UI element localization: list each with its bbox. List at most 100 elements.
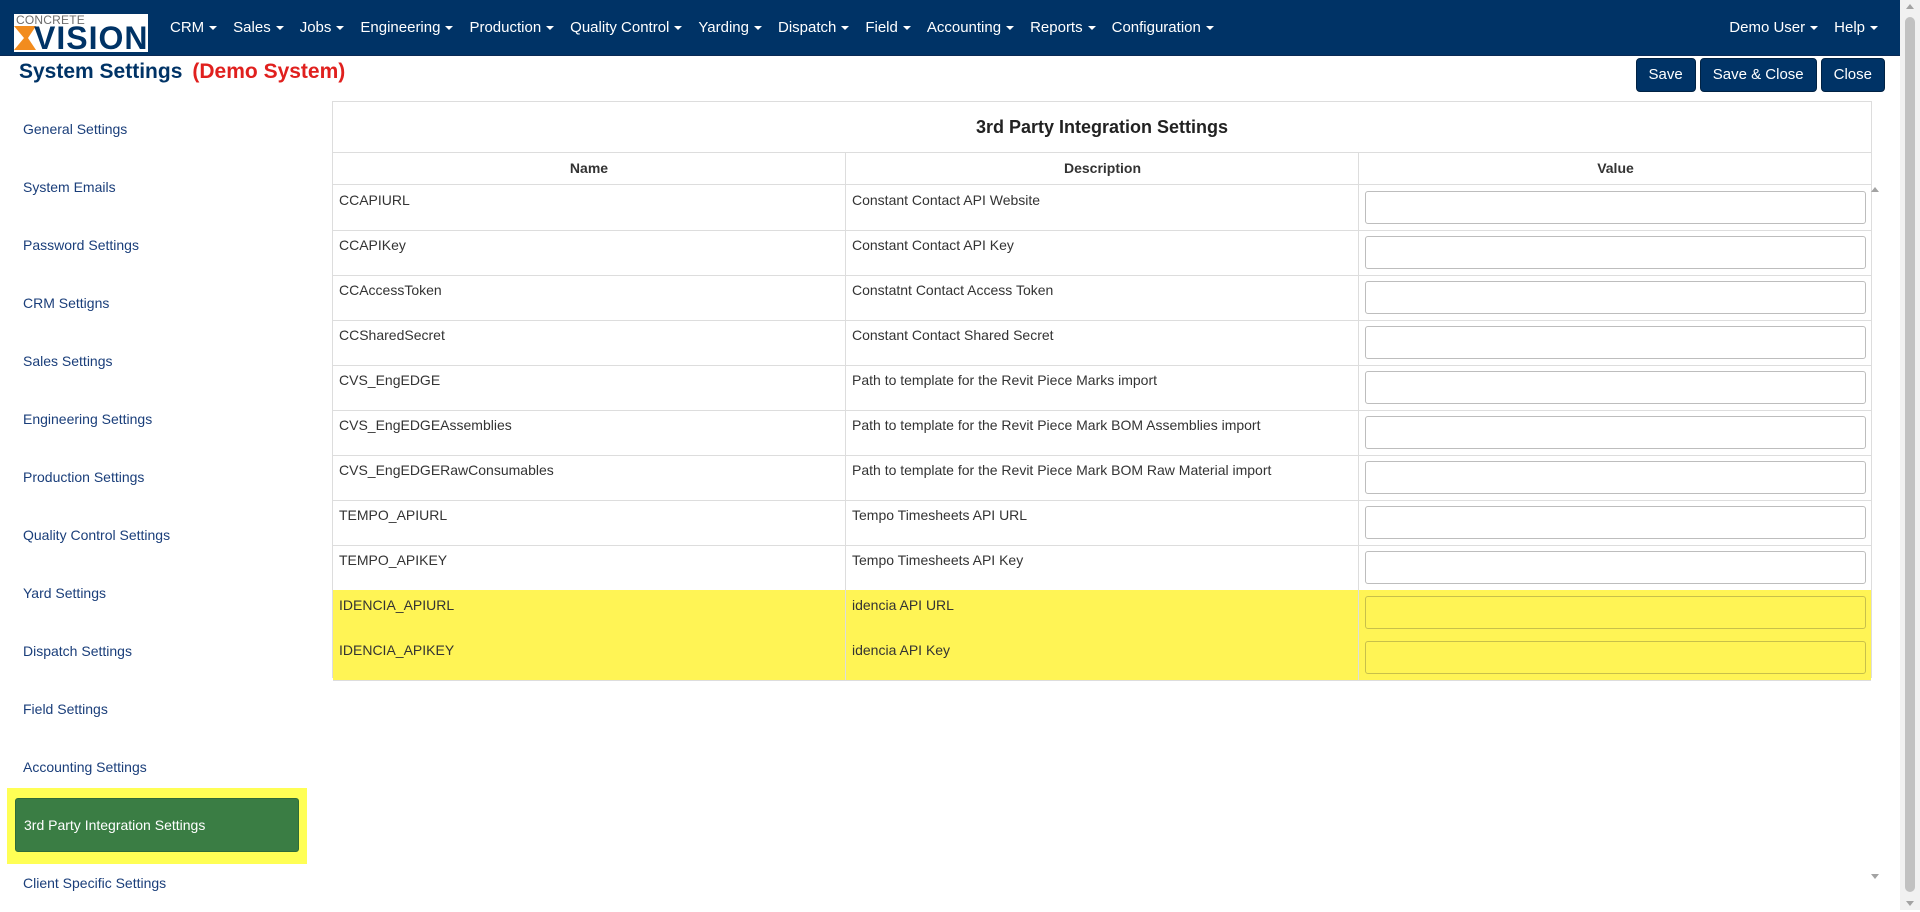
- sidebar-item-yard-settings[interactable]: Yard Settings: [7, 564, 307, 622]
- setting-value-input[interactable]: [1365, 506, 1866, 539]
- save-close-button[interactable]: Save & Close: [1699, 58, 1817, 92]
- chevron-down-icon: [1006, 26, 1015, 31]
- chevron-down-icon: [546, 26, 555, 31]
- sidebar-item-production-settings[interactable]: Production Settings: [7, 448, 307, 506]
- sidebar-item-3rd-party-integration-settings[interactable]: 3rd Party Integration Settings: [7, 788, 307, 864]
- sidebar-item-client-specific-settings[interactable]: Client Specific Settings: [7, 854, 307, 912]
- column-header-description: Description: [845, 153, 1359, 184]
- nav-menu-label: Sales: [233, 19, 271, 36]
- action-buttons: Save Save & Close Close: [1635, 58, 1885, 92]
- user-menu[interactable]: Demo User: [1721, 0, 1826, 55]
- sidebar-item-active-box[interactable]: 3rd Party Integration Settings: [15, 798, 299, 852]
- setting-name: CVS_EngEDGEAssemblies: [339, 417, 512, 433]
- scroll-up-icon[interactable]: [1906, 4, 1914, 9]
- table-row: CVS_EngEDGERawConsumables Path to templat…: [333, 455, 1871, 501]
- scroll-down-icon[interactable]: [1906, 901, 1914, 906]
- nav-menu-label: Dispatch: [777, 19, 837, 36]
- setting-value-input[interactable]: [1365, 371, 1866, 404]
- sidebar-item-engineering-settings[interactable]: Engineering Settings: [7, 390, 307, 448]
- main-menu: CRM Sales Jobs Engineering Production Quality…: [162, 0, 1222, 55]
- nav-menu-jobs[interactable]: Jobs: [292, 0, 353, 55]
- nav-menu-configuration[interactable]: Configuration: [1104, 0, 1222, 55]
- table-row: CCAPIKey Constant Contact API Key: [333, 230, 1871, 276]
- logo-main-text: VISION: [34, 20, 148, 52]
- setting-value-input[interactable]: [1365, 596, 1866, 629]
- setting-value-input[interactable]: [1365, 416, 1866, 449]
- nav-menu-quality-control[interactable]: Quality Control: [562, 0, 690, 55]
- sidebar-item-field-settings[interactable]: Field Settings: [7, 680, 307, 738]
- scroll-up-icon[interactable]: [1871, 187, 1879, 192]
- concrete-vision-logo[interactable]: CONCRETE VISION: [14, 14, 148, 52]
- sidebar-item-label: Accounting Settings: [23, 759, 147, 775]
- setting-value-input[interactable]: [1365, 191, 1866, 224]
- sidebar-item-dispatch-settings[interactable]: Dispatch Settings: [7, 622, 307, 680]
- nav-menu-field[interactable]: Field: [857, 0, 919, 55]
- chevron-down-icon: [1870, 26, 1878, 31]
- sidebar-item-quality-control-settings[interactable]: Quality Control Settings: [7, 506, 307, 564]
- chevron-down-icon: [336, 26, 345, 31]
- nav-menu-label: Jobs: [299, 19, 332, 36]
- setting-value-input[interactable]: [1365, 551, 1866, 584]
- save-button[interactable]: Save: [1635, 58, 1696, 92]
- setting-value-input[interactable]: [1365, 461, 1866, 494]
- nav-menu-production[interactable]: Production: [461, 0, 562, 55]
- table-row: CVS_EngEDGE Path to template for the Revi…: [333, 365, 1871, 411]
- sidebar-item-system-emails[interactable]: System Emails: [7, 158, 307, 216]
- chevron-down-icon: [902, 26, 911, 31]
- setting-description: Constant Contact API Website: [845, 185, 1358, 230]
- sidebar-item-general-settings[interactable]: General Settings: [7, 100, 307, 158]
- table-row: IDENCIA_APIKEY idencia API Key: [333, 635, 1871, 681]
- window-scrollbar[interactable]: [1900, 0, 1920, 910]
- setting-value-input[interactable]: [1365, 326, 1866, 359]
- sidebar-item-label: Client Specific Settings: [23, 875, 167, 891]
- sidebar-item-password-settings[interactable]: Password Settings: [7, 216, 307, 274]
- scrollbar-thumb[interactable]: [1905, 17, 1915, 892]
- sidebar-item-sales-settings[interactable]: Sales Settings: [7, 332, 307, 390]
- nav-menu-dispatch[interactable]: Dispatch: [770, 0, 857, 55]
- nav-menu-accounting[interactable]: Accounting: [919, 0, 1022, 55]
- scroll-down-icon[interactable]: [1871, 874, 1879, 879]
- sidebar-item-label: General Settings: [23, 121, 128, 137]
- setting-description: Constant Contact Shared Secret: [845, 320, 1358, 365]
- table-row: IDENCIA_APIURL idencia API URL: [333, 590, 1871, 636]
- chevron-down-icon: [1810, 26, 1819, 31]
- nav-menu-label: Field: [865, 19, 898, 36]
- close-button[interactable]: Close: [1820, 58, 1885, 92]
- setting-value-cell: [1358, 590, 1871, 635]
- nav-menu-label: Engineering: [360, 19, 441, 36]
- nav-menu-crm[interactable]: CRM: [162, 0, 225, 55]
- chevron-down-icon: [209, 26, 218, 31]
- setting-value-cell: [1358, 500, 1871, 545]
- table-scrollbar[interactable]: [1870, 187, 1880, 879]
- nav-menu-reports[interactable]: Reports: [1022, 0, 1104, 55]
- setting-description: Constatnt Contact Access Token: [845, 275, 1358, 320]
- top-navbar: CONCRETE VISION CRM Sales Jobs Engineering P…: [0, 0, 1900, 56]
- setting-name: CCAccessToken: [339, 282, 442, 298]
- sidebar-item-crm-settigns[interactable]: CRM Settigns: [7, 274, 307, 332]
- setting-name: CVS_EngEDGERawConsumables: [339, 462, 554, 478]
- sidebar-item-label: Sales Settings: [23, 353, 113, 369]
- settings-panel: 3rd Party Integration Settings Name Desc…: [332, 101, 1872, 681]
- nav-menu-engineering[interactable]: Engineering: [352, 0, 461, 55]
- setting-description: Path to template for the Revit Piece Mar…: [845, 365, 1358, 410]
- setting-value-cell: [1358, 275, 1871, 320]
- nav-menu-label: Configuration: [1111, 19, 1201, 36]
- setting-description: idencia API URL: [845, 590, 1358, 635]
- setting-value-input[interactable]: [1365, 281, 1866, 314]
- chevron-down-icon: [841, 26, 850, 31]
- setting-value-cell: [1358, 365, 1871, 410]
- column-header-name: Name: [569, 160, 609, 176]
- chevron-down-icon: [445, 26, 454, 31]
- logo-mark-icon: [14, 26, 36, 50]
- setting-value-input[interactable]: [1365, 641, 1866, 674]
- help-menu[interactable]: Help: [1826, 0, 1886, 55]
- sidebar-item-label: Yard Settings: [23, 585, 107, 601]
- setting-name: IDENCIA_APIKEY: [339, 642, 455, 658]
- setting-description: Constant Contact API Key: [845, 230, 1358, 275]
- sidebar-item-label: System Emails: [23, 179, 116, 195]
- nav-menu-yarding[interactable]: Yarding: [690, 0, 770, 55]
- setting-value-input[interactable]: [1365, 236, 1866, 269]
- nav-menu-sales[interactable]: Sales: [225, 0, 292, 55]
- table-row: TEMPO_APIKEY Tempo Timesheets API Key: [333, 545, 1871, 591]
- panel-title: 3rd Party Integration Settings: [333, 102, 1871, 153]
